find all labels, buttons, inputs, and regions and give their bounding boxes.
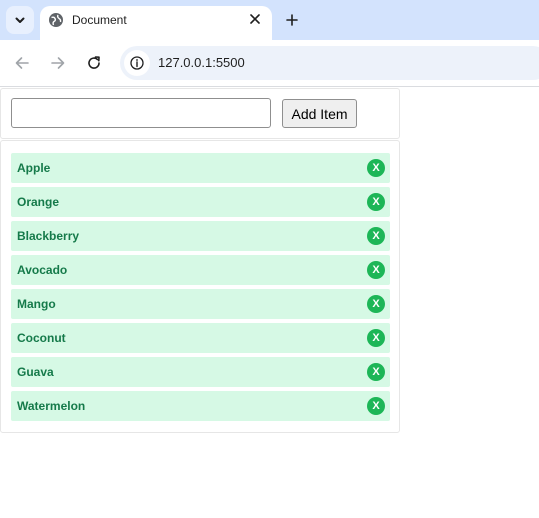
item-label: Orange (17, 195, 60, 209)
list-item: Guava X (11, 357, 390, 387)
arrow-right-icon (51, 57, 65, 69)
delete-item-button[interactable]: X (367, 193, 385, 211)
item-label: Guava (17, 365, 54, 379)
list-item: Mango X (11, 289, 390, 319)
chevron-down-icon (15, 17, 25, 23)
browser-tabstrip: Document (0, 0, 539, 40)
list-item: Apple X (11, 153, 390, 183)
add-item-button[interactable]: Add Item (282, 99, 357, 128)
item-label: Coconut (17, 331, 66, 345)
item-label: Apple (17, 161, 51, 175)
browser-toolbar: 127.0.0.1:5500 (0, 40, 539, 87)
url-text: 127.0.0.1:5500 (158, 55, 245, 70)
back-button[interactable] (10, 51, 34, 75)
list-item: Orange X (11, 187, 390, 217)
list-item: Blackberry X (11, 221, 390, 251)
tab-document[interactable]: Document (40, 6, 272, 40)
page-content: Add Item Apple X Orange X Blackberry X Avocado… (0, 88, 539, 518)
address-bar[interactable]: 127.0.0.1:5500 (120, 46, 539, 80)
delete-item-button[interactable]: X (367, 397, 385, 415)
delete-item-button[interactable]: X (367, 159, 385, 177)
reload-icon (88, 56, 100, 69)
new-tab-button[interactable] (280, 8, 304, 32)
item-label: Avocado (17, 263, 68, 277)
arrow-left-icon (15, 57, 29, 69)
item-input[interactable] (11, 98, 271, 128)
site-info-button[interactable] (124, 50, 150, 76)
delete-item-button[interactable]: X (367, 329, 385, 347)
tab-close-button[interactable] (246, 10, 264, 28)
item-label: Mango (17, 297, 56, 311)
tab-list-button[interactable] (6, 6, 34, 34)
list-item: Avocado X (11, 255, 390, 285)
delete-item-button[interactable]: X (367, 295, 385, 313)
globe-icon (49, 13, 63, 27)
item-list: Apple X Orange X Blackberry X Avocado X Mango X Co… (11, 153, 390, 425)
forward-button[interactable] (46, 51, 70, 75)
delete-item-button[interactable]: X (367, 227, 385, 245)
item-label: Watermelon (17, 399, 86, 413)
delete-item-button[interactable]: X (367, 363, 385, 381)
reload-button[interactable] (82, 51, 106, 75)
plus-icon (286, 14, 298, 26)
list-item: Coconut X (11, 323, 390, 353)
close-icon (250, 14, 260, 24)
tab-title: Document (72, 13, 127, 27)
info-icon (130, 56, 144, 70)
item-label: Blackberry (17, 229, 80, 243)
delete-item-button[interactable]: X (367, 261, 385, 279)
list-item: Watermelon X (11, 391, 390, 421)
item-list-container: Apple X Orange X Blackberry X Avocado X Mango X Co… (0, 140, 400, 433)
add-item-form: Add Item (0, 88, 400, 139)
